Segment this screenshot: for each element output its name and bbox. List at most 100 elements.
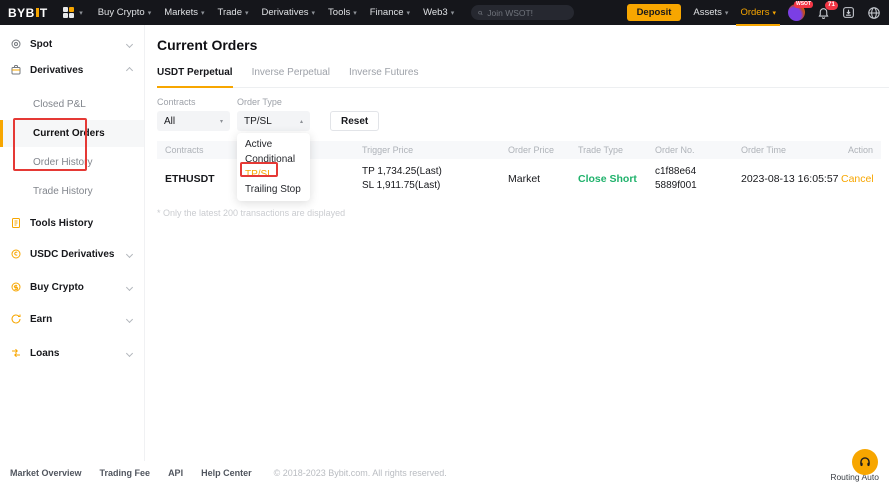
dropdown-option-tpsl[interactable]: TP/SL xyxy=(237,167,310,182)
sidebar-item-closed-pnl[interactable]: Closed P&L xyxy=(0,91,144,118)
footer-link-help-center[interactable]: Help Center xyxy=(201,468,252,478)
sidebar-item-loans[interactable]: Loans xyxy=(0,340,144,366)
page-title: Current Orders xyxy=(157,37,889,53)
table-footnote: * Only the latest 200 transactions are d… xyxy=(157,208,889,218)
notifications-button[interactable]: 71 xyxy=(817,6,830,19)
nav-markets[interactable]: Markets▾ xyxy=(164,7,204,18)
tab-bar: USDT Perpetual Inverse Perpetual Inverse… xyxy=(157,67,889,88)
nav-trade[interactable]: Trade▾ xyxy=(218,7,249,18)
col-order-price: Order Price xyxy=(508,145,578,155)
cell-order-no: c1f88e64 5889f001 xyxy=(655,165,741,193)
filter-bar: Contracts All ▾ Order Type TP/SL ▴ Reset xyxy=(157,97,889,131)
tools-history-icon xyxy=(10,217,22,229)
dropdown-option-active[interactable]: Active xyxy=(237,137,310,152)
contracts-select[interactable]: All ▾ xyxy=(157,111,230,131)
col-trade-type: Trade Type xyxy=(578,145,655,155)
language-button[interactable] xyxy=(867,6,881,20)
tab-usdt-perpetual[interactable]: USDT Perpetual xyxy=(157,67,233,88)
chevron-down-icon xyxy=(126,40,133,47)
sidebar-item-usdc-derivatives[interactable]: USDC Derivatives xyxy=(0,241,144,267)
cell-order-time: 2023-08-13 16:05:57 xyxy=(741,173,841,185)
footer-link-trading-fee[interactable]: Trading Fee xyxy=(100,468,151,478)
notification-count-badge: 71 xyxy=(825,1,838,10)
sidebar-item-derivatives[interactable]: Derivatives xyxy=(0,57,144,83)
nav-assets[interactable]: Assets▾ xyxy=(693,7,728,18)
sidebar-item-spot[interactable]: Spot xyxy=(0,31,144,57)
col-action: Action xyxy=(841,145,873,155)
tab-inverse-perpetual[interactable]: Inverse Perpetual xyxy=(252,67,330,87)
bybit-logo[interactable]: BYB T xyxy=(8,6,48,20)
footer-link-market-overview[interactable]: Market Overview xyxy=(10,468,82,478)
derivatives-icon xyxy=(10,64,22,76)
sidebar-item-earn[interactable]: Earn xyxy=(0,306,144,332)
chevron-down-icon: ▾ xyxy=(725,9,729,17)
chevron-up-icon xyxy=(126,66,133,73)
chevron-down-icon: ▾ xyxy=(245,9,249,17)
search-icon xyxy=(478,9,483,17)
nav-tools[interactable]: Tools▾ xyxy=(328,7,357,18)
tab-inverse-futures[interactable]: Inverse Futures xyxy=(349,67,418,87)
sidebar-item-tools-history[interactable]: Tools History xyxy=(0,210,144,236)
nav-derivatives[interactable]: Derivatives▾ xyxy=(262,7,316,18)
nav-web3[interactable]: Web3▾ xyxy=(423,7,454,18)
chevron-down-icon xyxy=(126,315,133,322)
sidebar-item-buy-crypto[interactable]: Buy Crypto xyxy=(0,274,144,300)
chevron-down-icon xyxy=(126,349,133,356)
earn-icon xyxy=(10,313,22,325)
loans-icon xyxy=(10,347,22,359)
col-order-no: Order No. xyxy=(655,145,741,155)
apps-menu-button[interactable]: ▾ xyxy=(63,7,83,19)
wsot-badge: WSOT xyxy=(794,1,813,8)
spot-icon xyxy=(10,38,22,50)
headset-icon xyxy=(858,455,872,469)
buy-crypto-icon xyxy=(10,281,22,293)
chevron-down-icon: ▾ xyxy=(353,9,357,17)
globe-icon xyxy=(867,6,881,20)
usdc-coin-icon xyxy=(10,248,22,260)
cancel-order-button[interactable]: Cancel xyxy=(841,173,874,185)
search-input[interactable] xyxy=(487,8,567,18)
sidebar-item-trade-history[interactable]: Trade History xyxy=(0,178,144,205)
user-avatar[interactable]: WSOT xyxy=(788,4,805,21)
col-order-time: Order Time xyxy=(741,145,841,155)
sidebar-item-order-history[interactable]: Order History xyxy=(0,149,144,176)
reset-button[interactable]: Reset xyxy=(330,111,379,131)
order-type-filter-label: Order Type xyxy=(237,97,310,107)
nav-buy-crypto[interactable]: Buy Crypto▾ xyxy=(98,7,152,18)
chevron-down-icon: ▾ xyxy=(312,9,316,17)
logo-i-bar xyxy=(36,8,39,17)
chevron-down-icon: ▾ xyxy=(220,118,223,125)
sidebar-item-current-orders[interactable]: Current Orders xyxy=(0,120,144,147)
routing-auto-label: Routing Auto xyxy=(830,472,879,482)
copyright-text: © 2018-2023 Bybit.com. All rights reserv… xyxy=(274,468,447,478)
chevron-down-icon: ▾ xyxy=(148,9,152,17)
nav-finance[interactable]: Finance▾ xyxy=(370,7,410,18)
cell-trigger-price: TP 1,734.25(Last) SL 1,911.75(Last) xyxy=(362,165,508,193)
search-box[interactable] xyxy=(471,5,574,20)
chevron-up-icon: ▴ xyxy=(300,118,303,125)
download-icon xyxy=(842,6,855,19)
apps-grid-icon xyxy=(63,7,75,19)
logo-text-suffix: T xyxy=(40,6,48,20)
deposit-button[interactable]: Deposit xyxy=(627,4,682,21)
chevron-down-icon: ▾ xyxy=(772,9,776,17)
order-type-dropdown: Active Conditional TP/SL Trailing Stop xyxy=(237,133,310,201)
support-chat-button[interactable] xyxy=(852,449,878,475)
chevron-down-icon: ▾ xyxy=(201,9,205,17)
footer-link-api[interactable]: API xyxy=(168,468,183,478)
main-content: Current Orders USDT Perpetual Inverse Pe… xyxy=(146,25,889,461)
col-trigger-price: Trigger Price xyxy=(362,145,508,155)
chevron-down-icon: ▾ xyxy=(407,9,411,17)
chevron-down-icon xyxy=(126,283,133,290)
chevron-down-icon: ▾ xyxy=(451,9,455,17)
logo-text-prefix: BYB xyxy=(8,6,35,20)
sidebar: Spot Derivatives Closed P&L Current Orde… xyxy=(0,25,145,461)
dropdown-option-trailing-stop[interactable]: Trailing Stop xyxy=(237,182,310,197)
chevron-down-icon: ▾ xyxy=(79,9,83,17)
dropdown-option-conditional[interactable]: Conditional xyxy=(237,152,310,167)
order-type-select[interactable]: TP/SL ▴ xyxy=(237,111,310,131)
cell-order-price: Market xyxy=(508,173,578,185)
cell-trade-type: Close Short xyxy=(578,173,655,185)
download-app-button[interactable] xyxy=(842,6,855,19)
nav-orders[interactable]: Orders▾ xyxy=(740,7,776,18)
